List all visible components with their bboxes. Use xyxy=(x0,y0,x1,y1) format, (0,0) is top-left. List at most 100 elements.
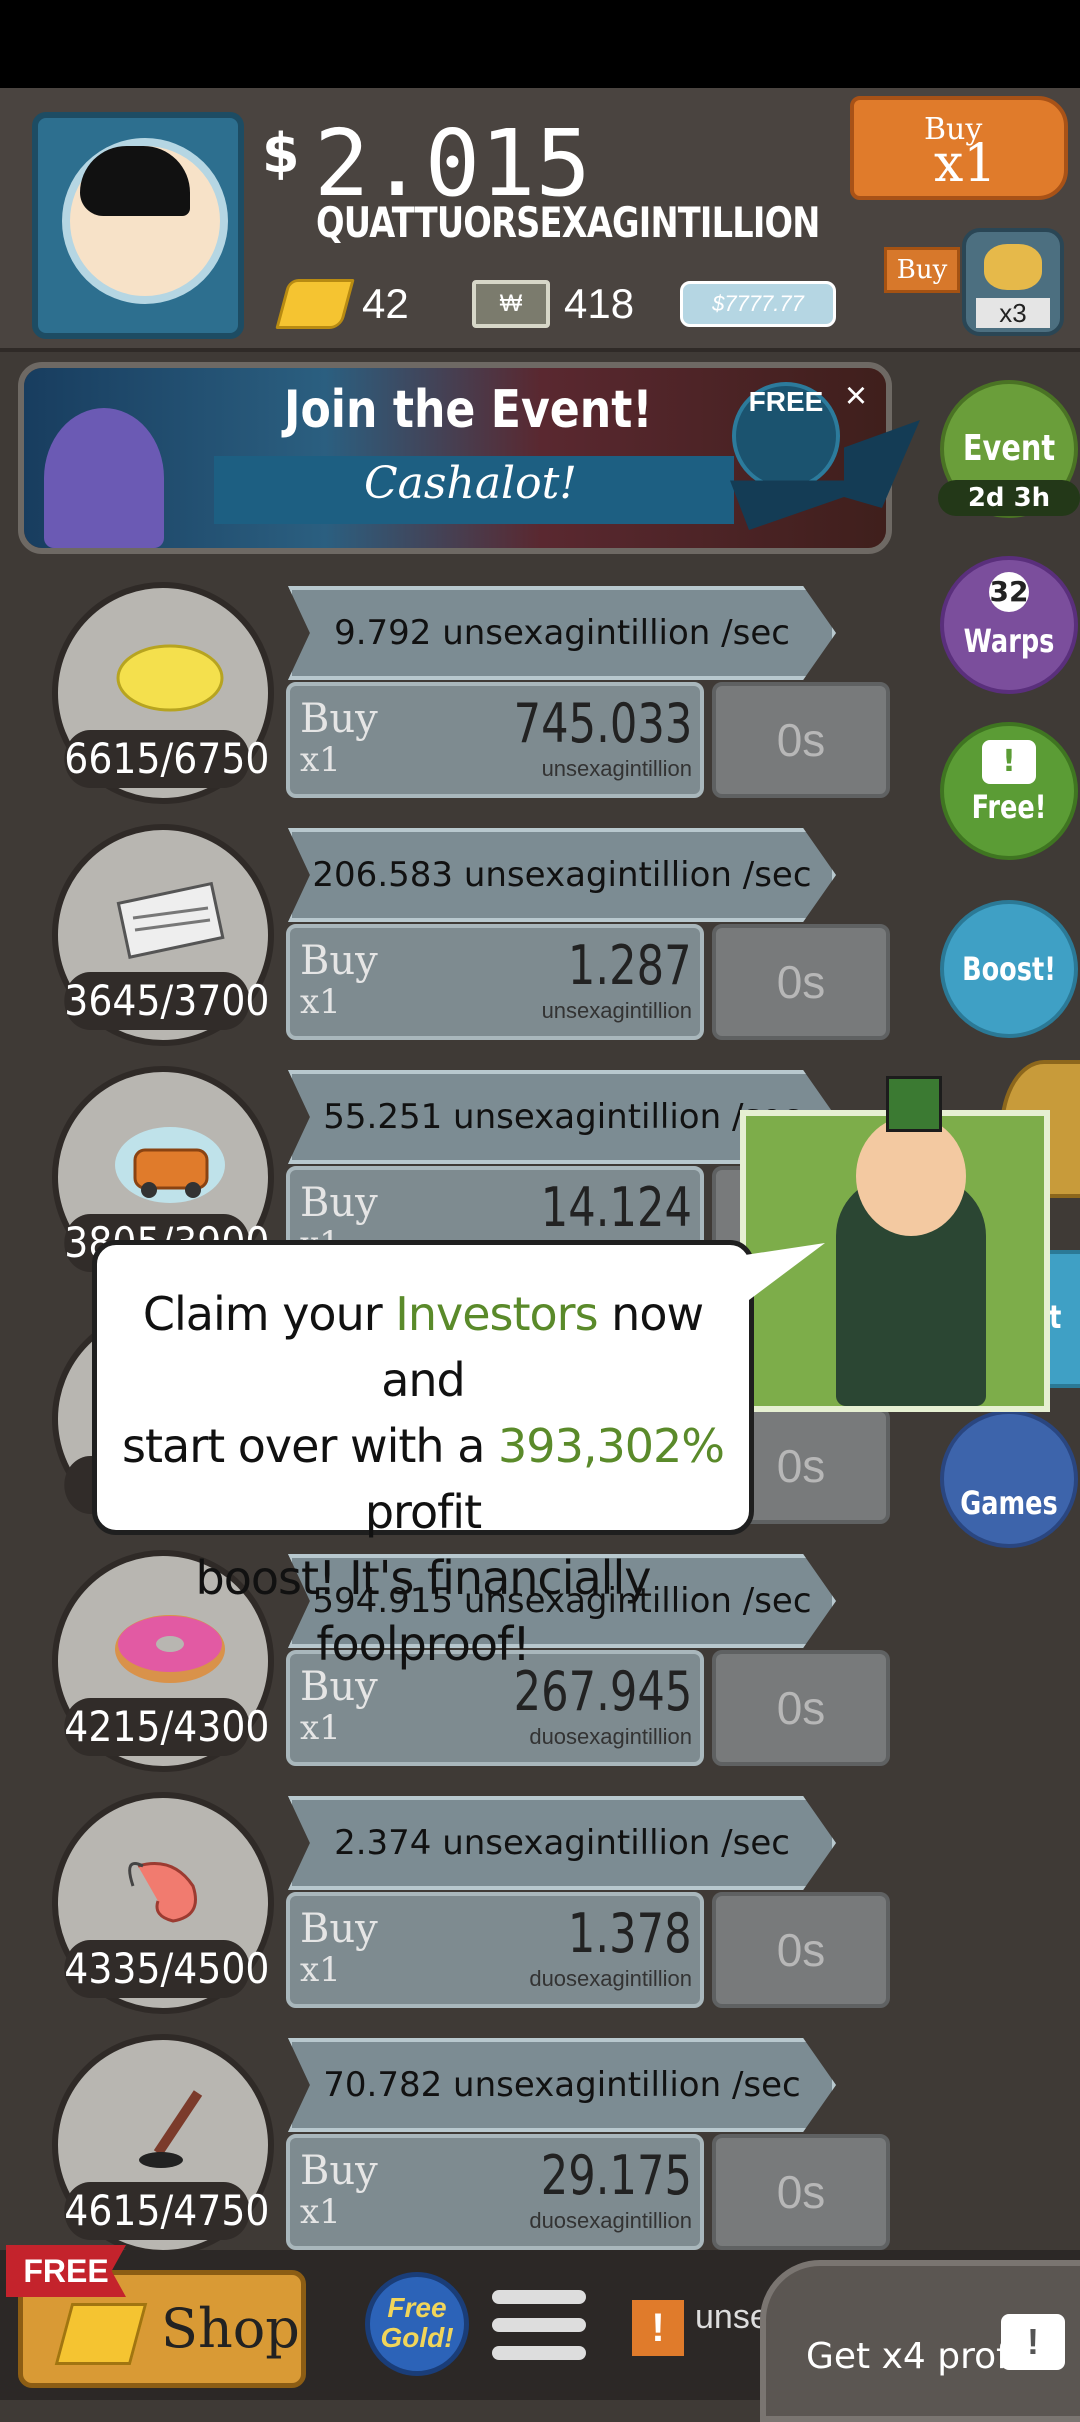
buy-multiplier-button[interactable]: Buy x1 xyxy=(850,96,1068,200)
buy-cost-unit: unsexagintillion xyxy=(541,756,692,781)
gold-icon xyxy=(275,279,355,329)
business-buy-button[interactable]: Buy x1 745.033 unsexagintillion xyxy=(286,682,704,798)
tycoon-head xyxy=(856,1116,966,1236)
cash-counter: $7777.77 xyxy=(680,278,836,330)
shrimp-icon xyxy=(128,1862,197,1923)
free-label: Free! xyxy=(971,788,1047,826)
business-owned-count: 4615/4750 xyxy=(64,2182,269,2240)
buy-multiplier: x1 xyxy=(300,1950,341,1990)
buy-label: Buy xyxy=(300,1906,378,1952)
games-button[interactable]: Games xyxy=(940,1410,1078,1548)
hockey-icon xyxy=(139,2090,203,2168)
event-free-badge: FREE xyxy=(732,382,840,490)
buy-cost-unit: duosexagintillion xyxy=(529,1966,692,1991)
business-buy-button[interactable]: Buy x1 1.287 unsexagintillion xyxy=(286,924,704,1040)
status-bar xyxy=(0,0,1080,88)
gold-icon xyxy=(54,2303,148,2365)
x4-profit-button[interactable]: Get x4 profit! ! xyxy=(760,2260,1080,2422)
business-row-newspaper: 3645/3700 206.583 unsexagintillion /sec … xyxy=(48,824,898,1046)
buy-cost-unit: unsexagintillion xyxy=(541,998,692,1023)
gold-count: 42 xyxy=(362,280,409,327)
menu-icon xyxy=(492,2290,586,2304)
investor-message: Claim your Investors now and start over … xyxy=(97,1281,749,1677)
buy-cost: 29.175 xyxy=(540,2144,692,2207)
business-timer: 0s xyxy=(712,924,890,1040)
megabucks-count: 418 xyxy=(564,280,635,327)
alert-badge: ! xyxy=(632,2300,684,2356)
buy-label: Buy xyxy=(300,2148,378,2194)
buy-label: Buy xyxy=(300,938,378,984)
msg-percent-highlight: 393,302% xyxy=(498,1419,725,1473)
free-gold-button[interactable]: Free Gold! xyxy=(365,2272,469,2376)
money-unit: QUATTUORSEXAGINTILLION xyxy=(316,198,820,247)
business-owned-count: 4335/4500 xyxy=(64,1940,269,1998)
menu-icon-bar xyxy=(492,2346,586,2360)
tv-icon: ! xyxy=(1001,2314,1065,2370)
avatar-hair xyxy=(80,146,190,216)
event-side-label: Event xyxy=(962,428,1056,469)
business-row-hockey: 4615/4750 70.782 unsexagintillion /sec B… xyxy=(48,2034,898,2256)
boost-button[interactable]: Boost! xyxy=(940,900,1078,1038)
free-button[interactable]: ! Free! xyxy=(940,722,1078,860)
lemon-icon xyxy=(116,644,224,712)
buy-cost: 745.033 xyxy=(513,692,692,755)
megabucks-counter: ₩ 418 xyxy=(472,278,634,330)
free-ribbon: FREE xyxy=(6,2245,126,2297)
gold-counter: 42 xyxy=(275,278,409,330)
msg-line2-b: profit xyxy=(364,1485,482,1539)
games-label: Games xyxy=(960,1484,1058,1522)
boost-label: Boost! xyxy=(962,950,1056,988)
megabucks-icon: ₩ xyxy=(472,280,550,328)
buy-label: Buy xyxy=(300,696,378,742)
buy-cost: 1.378 xyxy=(568,1902,692,1965)
buy-multiplier: x1 xyxy=(300,1708,341,1748)
menu-button[interactable] xyxy=(492,2290,586,2370)
buy-moneybag-button[interactable]: Buy xyxy=(884,247,960,293)
buy-cost-unit: duosexagintillion xyxy=(529,2208,692,2233)
moneybag-boost-button[interactable]: x3 xyxy=(962,228,1064,336)
shop-label: Shop xyxy=(161,2297,300,2360)
investor-speech-bubble[interactable]: Claim your Investors now and start over … xyxy=(92,1240,825,1671)
buy-multiplier: x1 xyxy=(300,2192,341,2232)
buy-cost: 1.287 xyxy=(568,934,692,997)
moneybag-icon xyxy=(984,244,1042,290)
moneybag-multiplier: x3 xyxy=(976,298,1050,328)
business-owned-count: 6615/6750 xyxy=(64,730,269,788)
close-icon[interactable]: × xyxy=(836,376,876,416)
warps-count: 32 xyxy=(989,572,1029,612)
buy-cost-unit: duosexagintillion xyxy=(529,1724,692,1749)
business-timer: 0s xyxy=(712,2134,890,2250)
tv-icon: ! xyxy=(982,740,1036,784)
event-title: Join the Event! xyxy=(284,380,653,440)
player-avatar[interactable] xyxy=(32,112,244,339)
msg-line3: boost! It's financially foolproof! xyxy=(195,1551,652,1671)
business-row-shrimp: 4335/4500 2.374 unsexagintillion /sec Bu… xyxy=(48,1792,898,2014)
business-rate: 206.583 unsexagintillion /sec xyxy=(288,828,836,922)
buy-label: Buy xyxy=(300,1180,378,1226)
business-rate: 9.792 unsexagintillion /sec xyxy=(288,586,836,680)
warps-label: Warps xyxy=(963,622,1055,660)
tophat-icon xyxy=(886,1076,942,1132)
menu-icon-bar xyxy=(492,2318,586,2332)
business-rate: 2.374 unsexagintillion /sec xyxy=(288,1796,836,1890)
buy-multiplier: x1 xyxy=(300,740,341,780)
cash-stack-icon: $7777.77 xyxy=(680,281,836,327)
business-buy-button[interactable]: Buy x1 29.175 duosexagintillion xyxy=(286,2134,704,2250)
msg-investors-highlight: Investors xyxy=(395,1287,598,1341)
msg-line1-a: Claim your xyxy=(142,1287,396,1341)
business-owned-count: 4215/4300 xyxy=(64,1698,269,1756)
business-timer: 0s xyxy=(712,1892,890,2008)
event-side-button[interactable]: Event 2d 3h xyxy=(938,380,1080,518)
event-name: Cashalot! xyxy=(364,458,577,509)
msg-line2-a: start over with a xyxy=(122,1419,499,1473)
buy-multiplier: x1 xyxy=(300,982,341,1022)
business-rate: 70.782 unsexagintillion /sec xyxy=(288,2038,836,2132)
business-owned-count: 3645/3700 xyxy=(64,972,269,1030)
business-timer: 0s xyxy=(712,682,890,798)
money-symbol: $ xyxy=(262,122,300,185)
car-icon xyxy=(115,1127,225,1203)
warps-button[interactable]: 32 Warps xyxy=(940,556,1078,694)
business-row-lemonade: 6615/6750 9.792 unsexagintillion /sec Bu… xyxy=(48,582,898,804)
buy-multiplier-value: x1 xyxy=(934,134,997,194)
business-buy-button[interactable]: Buy x1 1.378 duosexagintillion xyxy=(286,1892,704,2008)
